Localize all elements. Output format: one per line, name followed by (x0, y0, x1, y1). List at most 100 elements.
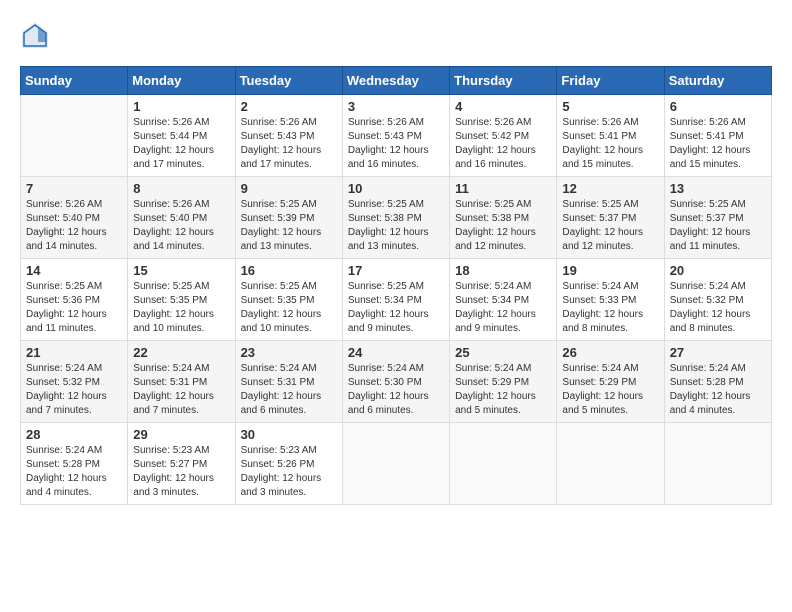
col-header-friday: Friday (557, 67, 664, 95)
calendar-day-cell: 17Sunrise: 5:25 AM Sunset: 5:34 PM Dayli… (342, 259, 449, 341)
calendar-day-cell: 12Sunrise: 5:25 AM Sunset: 5:37 PM Dayli… (557, 177, 664, 259)
calendar-day-cell (21, 95, 128, 177)
day-number: 25 (455, 345, 551, 360)
calendar-day-cell: 26Sunrise: 5:24 AM Sunset: 5:29 PM Dayli… (557, 341, 664, 423)
day-number: 20 (670, 263, 766, 278)
day-info: Sunrise: 5:25 AM Sunset: 5:35 PM Dayligh… (133, 280, 229, 336)
day-number: 11 (455, 181, 551, 196)
day-info: Sunrise: 5:25 AM Sunset: 5:35 PM Dayligh… (241, 280, 337, 336)
calendar-week-row: 1 Sunrise: 5:26 AM Sunset: 5:44 PM Daylig… (21, 95, 772, 177)
col-header-sunday: Sunday (21, 67, 128, 95)
calendar-day-cell: 29 Sunrise: 5:23 AM Sunset: 5:27 PM Dayli… (128, 423, 235, 505)
day-info: Sunrise: 5:26 AM Sunset: 5:40 PM Dayligh… (133, 198, 229, 254)
day-number: 15 (133, 263, 229, 278)
calendar-day-cell: 19 Sunrise: 5:24 AM Sunset: 5:33 PM Dayli… (557, 259, 664, 341)
calendar-day-cell: 3 Sunrise: 5:26 AM Sunset: 5:43 PM Daylig… (342, 95, 449, 177)
calendar-day-cell: 30 Sunrise: 5:23 AM Sunset: 5:26 PM Dayli… (235, 423, 342, 505)
calendar-day-cell: 18 Sunrise: 5:24 AM Sunset: 5:34 PM Dayli… (450, 259, 557, 341)
day-number: 8 (133, 181, 229, 196)
calendar-day-cell (450, 423, 557, 505)
day-number: 21 (26, 345, 122, 360)
day-number: 27 (670, 345, 766, 360)
day-number: 14 (26, 263, 122, 278)
day-number: 22 (133, 345, 229, 360)
calendar-day-cell (664, 423, 771, 505)
logo (20, 20, 54, 50)
calendar-day-cell: 5Sunrise: 5:26 AM Sunset: 5:41 PM Daylig… (557, 95, 664, 177)
day-info: Sunrise: 5:24 AM Sunset: 5:32 PM Dayligh… (26, 362, 122, 418)
calendar-week-row: 14 Sunrise: 5:25 AM Sunset: 5:36 PM Dayli… (21, 259, 772, 341)
day-number: 4 (455, 99, 551, 114)
col-header-monday: Monday (128, 67, 235, 95)
calendar-day-cell: 14 Sunrise: 5:25 AM Sunset: 5:36 PM Dayli… (21, 259, 128, 341)
day-info: Sunrise: 5:26 AM Sunset: 5:43 PM Dayligh… (241, 116, 337, 172)
calendar-day-cell: 11 Sunrise: 5:25 AM Sunset: 5:38 PM Dayli… (450, 177, 557, 259)
day-number: 24 (348, 345, 444, 360)
day-info: Sunrise: 5:25 AM Sunset: 5:38 PM Dayligh… (455, 198, 551, 254)
calendar-day-cell: 1 Sunrise: 5:26 AM Sunset: 5:44 PM Daylig… (128, 95, 235, 177)
day-info: Sunrise: 5:24 AM Sunset: 5:30 PM Dayligh… (348, 362, 444, 418)
calendar-day-cell: 27 Sunrise: 5:24 AM Sunset: 5:28 PM Dayli… (664, 341, 771, 423)
day-info: Sunrise: 5:24 AM Sunset: 5:28 PM Dayligh… (670, 362, 766, 418)
day-number: 3 (348, 99, 444, 114)
calendar-day-cell: 20 Sunrise: 5:24 AM Sunset: 5:32 PM Dayli… (664, 259, 771, 341)
day-info: Sunrise: 5:25 AM Sunset: 5:39 PM Dayligh… (241, 198, 337, 254)
calendar-header-row: SundayMondayTuesdayWednesdayThursdayFrid… (21, 67, 772, 95)
day-info: Sunrise: 5:24 AM Sunset: 5:33 PM Dayligh… (562, 280, 658, 336)
day-number: 13 (670, 181, 766, 196)
calendar-day-cell: 4Sunrise: 5:26 AM Sunset: 5:42 PM Daylig… (450, 95, 557, 177)
day-info: Sunrise: 5:24 AM Sunset: 5:34 PM Dayligh… (455, 280, 551, 336)
day-info: Sunrise: 5:26 AM Sunset: 5:40 PM Dayligh… (26, 198, 122, 254)
day-info: Sunrise: 5:24 AM Sunset: 5:32 PM Dayligh… (670, 280, 766, 336)
calendar-day-cell: 10Sunrise: 5:25 AM Sunset: 5:38 PM Dayli… (342, 177, 449, 259)
day-number: 30 (241, 427, 337, 442)
calendar-day-cell: 13 Sunrise: 5:25 AM Sunset: 5:37 PM Dayli… (664, 177, 771, 259)
calendar-week-row: 7 Sunrise: 5:26 AM Sunset: 5:40 PM Daylig… (21, 177, 772, 259)
calendar-day-cell: 9 Sunrise: 5:25 AM Sunset: 5:39 PM Daylig… (235, 177, 342, 259)
day-number: 28 (26, 427, 122, 442)
day-info: Sunrise: 5:24 AM Sunset: 5:31 PM Dayligh… (241, 362, 337, 418)
day-number: 18 (455, 263, 551, 278)
day-info: Sunrise: 5:23 AM Sunset: 5:26 PM Dayligh… (241, 444, 337, 500)
day-number: 6 (670, 99, 766, 114)
day-number: 1 (133, 99, 229, 114)
day-info: Sunrise: 5:24 AM Sunset: 5:28 PM Dayligh… (26, 444, 122, 500)
calendar-day-cell: 25 Sunrise: 5:24 AM Sunset: 5:29 PM Dayli… (450, 341, 557, 423)
day-info: Sunrise: 5:26 AM Sunset: 5:41 PM Dayligh… (670, 116, 766, 172)
calendar-day-cell: 16 Sunrise: 5:25 AM Sunset: 5:35 PM Dayli… (235, 259, 342, 341)
day-number: 16 (241, 263, 337, 278)
day-number: 26 (562, 345, 658, 360)
day-info: Sunrise: 5:25 AM Sunset: 5:37 PM Dayligh… (670, 198, 766, 254)
day-info: Sunrise: 5:23 AM Sunset: 5:27 PM Dayligh… (133, 444, 229, 500)
day-info: Sunrise: 5:26 AM Sunset: 5:44 PM Dayligh… (133, 116, 229, 172)
calendar-day-cell: 8 Sunrise: 5:26 AM Sunset: 5:40 PM Daylig… (128, 177, 235, 259)
day-info: Sunrise: 5:24 AM Sunset: 5:29 PM Dayligh… (455, 362, 551, 418)
calendar-day-cell: 7 Sunrise: 5:26 AM Sunset: 5:40 PM Daylig… (21, 177, 128, 259)
day-number: 9 (241, 181, 337, 196)
day-number: 7 (26, 181, 122, 196)
calendar-day-cell: 22 Sunrise: 5:24 AM Sunset: 5:31 PM Dayli… (128, 341, 235, 423)
day-number: 10 (348, 181, 444, 196)
calendar-day-cell: 2Sunrise: 5:26 AM Sunset: 5:43 PM Daylig… (235, 95, 342, 177)
day-number: 23 (241, 345, 337, 360)
day-info: Sunrise: 5:26 AM Sunset: 5:41 PM Dayligh… (562, 116, 658, 172)
col-header-thursday: Thursday (450, 67, 557, 95)
logo-icon (20, 20, 50, 50)
day-info: Sunrise: 5:25 AM Sunset: 5:34 PM Dayligh… (348, 280, 444, 336)
calendar-day-cell: 28 Sunrise: 5:24 AM Sunset: 5:28 PM Dayli… (21, 423, 128, 505)
calendar-day-cell: 21 Sunrise: 5:24 AM Sunset: 5:32 PM Dayli… (21, 341, 128, 423)
col-header-wednesday: Wednesday (342, 67, 449, 95)
col-header-tuesday: Tuesday (235, 67, 342, 95)
day-info: Sunrise: 5:24 AM Sunset: 5:31 PM Dayligh… (133, 362, 229, 418)
day-info: Sunrise: 5:25 AM Sunset: 5:37 PM Dayligh… (562, 198, 658, 254)
day-info: Sunrise: 5:26 AM Sunset: 5:43 PM Dayligh… (348, 116, 444, 172)
calendar-day-cell: 23 Sunrise: 5:24 AM Sunset: 5:31 PM Dayli… (235, 341, 342, 423)
day-info: Sunrise: 5:25 AM Sunset: 5:36 PM Dayligh… (26, 280, 122, 336)
calendar-day-cell: 6 Sunrise: 5:26 AM Sunset: 5:41 PM Daylig… (664, 95, 771, 177)
calendar-week-row: 21 Sunrise: 5:24 AM Sunset: 5:32 PM Dayli… (21, 341, 772, 423)
calendar-day-cell: 24 Sunrise: 5:24 AM Sunset: 5:30 PM Dayli… (342, 341, 449, 423)
page-header (20, 20, 772, 50)
day-number: 19 (562, 263, 658, 278)
calendar-day-cell: 15 Sunrise: 5:25 AM Sunset: 5:35 PM Dayli… (128, 259, 235, 341)
day-number: 29 (133, 427, 229, 442)
